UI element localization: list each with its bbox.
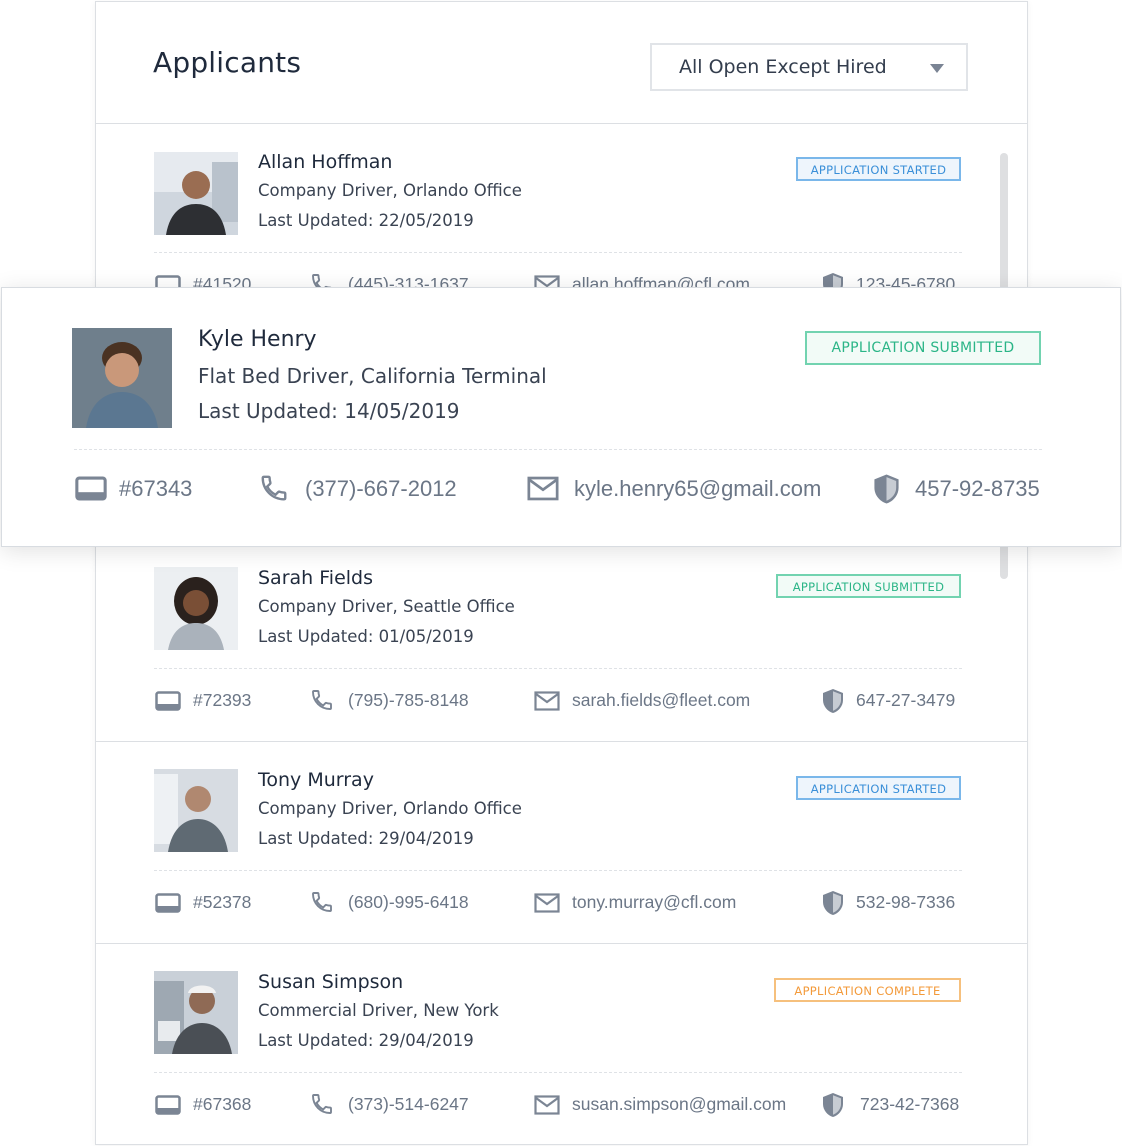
status-badge: APPLICATION STARTED: [796, 157, 961, 181]
card-divider: [154, 870, 962, 871]
applicant-id: #52378: [193, 892, 252, 912]
applicant-ssn: 457-92-8735: [915, 476, 1040, 501]
mail-icon[interactable]: [534, 1095, 560, 1115]
applicant-card[interactable]: Allan Hoffman Company Driver, Orlando Of…: [96, 125, 1027, 297]
applicant-id: #67368: [193, 1094, 252, 1114]
avatar: [154, 971, 238, 1054]
last-updated: Last Updated: 22/05/2019: [258, 211, 474, 230]
chevron-down-icon: [930, 64, 944, 73]
panel-header: Applicants All Open Except Hired: [96, 2, 1027, 124]
applicant-phone[interactable]: (680)-995-6418: [348, 892, 469, 913]
applicant-name[interactable]: Tony Murray: [258, 769, 374, 791]
mail-icon[interactable]: [534, 893, 560, 913]
applicant-role: Company Driver, Orlando Office: [258, 181, 522, 200]
applicant-name[interactable]: Kyle Henry: [198, 327, 317, 352]
id-card-icon: [155, 1095, 181, 1115]
applicant-name[interactable]: Allan Hoffman: [258, 151, 392, 173]
applicant-phone[interactable]: (373)-514-6247: [348, 1094, 469, 1115]
filter-value: All Open Except Hired: [679, 56, 887, 78]
applicant-card[interactable]: Sarah Fields Company Driver, Seattle Off…: [96, 547, 1027, 742]
applicant-phone[interactable]: (377)-667-2012: [305, 476, 457, 502]
avatar: [154, 769, 238, 852]
applicant-name[interactable]: Susan Simpson: [258, 971, 403, 993]
status-badge: APPLICATION STARTED: [796, 776, 961, 800]
card-divider: [154, 252, 962, 253]
applicant-email[interactable]: susan.simpson@gmail.com: [572, 1094, 786, 1115]
status-badge: APPLICATION SUBMITTED: [776, 574, 961, 598]
status-filter-dropdown[interactable]: All Open Except Hired: [650, 43, 968, 91]
phone-icon[interactable]: [259, 473, 289, 503]
shield-icon: [823, 689, 843, 713]
applicant-email[interactable]: tony.murray@cfl.com: [572, 892, 736, 913]
applicant-ssn: 723-42-7368: [860, 1094, 960, 1114]
mail-icon[interactable]: [534, 691, 560, 711]
card-divider: [154, 668, 962, 669]
avatar: [154, 567, 238, 650]
last-updated: Last Updated: 01/05/2019: [258, 627, 474, 646]
status-badge: APPLICATION SUBMITTED: [805, 331, 1041, 365]
last-updated: Last Updated: 29/04/2019: [258, 829, 474, 848]
applicant-id: #72393: [193, 690, 252, 710]
applicant-email[interactable]: sarah.fields@fleet.com: [572, 690, 750, 711]
id-card-icon: [155, 691, 181, 711]
applicant-role: Commercial Driver, New York: [258, 1001, 499, 1020]
page-title: Applicants: [153, 46, 302, 79]
status-badge: APPLICATION COMPLETE: [774, 978, 961, 1002]
avatar: [154, 152, 238, 235]
id-card-icon: [75, 476, 107, 501]
phone-icon[interactable]: [310, 890, 334, 914]
shield-icon: [823, 891, 843, 915]
card-divider: [74, 449, 1042, 450]
phone-icon[interactable]: [310, 688, 334, 712]
id-card-icon: [155, 893, 181, 913]
applicant-name[interactable]: Sarah Fields: [258, 567, 373, 589]
highlighted-applicant-card[interactable]: Kyle Henry Flat Bed Driver, California T…: [1, 287, 1121, 547]
applicant-card[interactable]: Tony Murray Company Driver, Orlando Offi…: [96, 742, 1027, 944]
last-updated: Last Updated: 14/05/2019: [198, 399, 460, 423]
applicant-role: Company Driver, Orlando Office: [258, 799, 522, 818]
last-updated: Last Updated: 29/04/2019: [258, 1031, 474, 1050]
applicant-ssn: 532-98-7336: [856, 892, 956, 912]
applicant-card[interactable]: Susan Simpson Commercial Driver, New Yor…: [96, 944, 1027, 1145]
applicant-role: Company Driver, Seattle Office: [258, 597, 515, 616]
applicant-ssn: 647-27-3479: [856, 690, 956, 710]
card-divider: [154, 1072, 962, 1073]
applicants-panel: Applicants All Open Except Hired Allan H…: [95, 1, 1028, 1145]
shield-icon: [874, 474, 899, 504]
applicant-phone[interactable]: (795)-785-8148: [348, 690, 469, 711]
mail-icon[interactable]: [527, 476, 559, 501]
phone-icon[interactable]: [310, 1092, 334, 1116]
applicant-email[interactable]: kyle.henry65@gmail.com: [574, 476, 821, 502]
avatar: [72, 328, 172, 428]
shield-icon: [823, 1093, 843, 1117]
applicant-id: #67343: [119, 476, 193, 501]
applicant-role: Flat Bed Driver, California Terminal: [198, 364, 547, 388]
